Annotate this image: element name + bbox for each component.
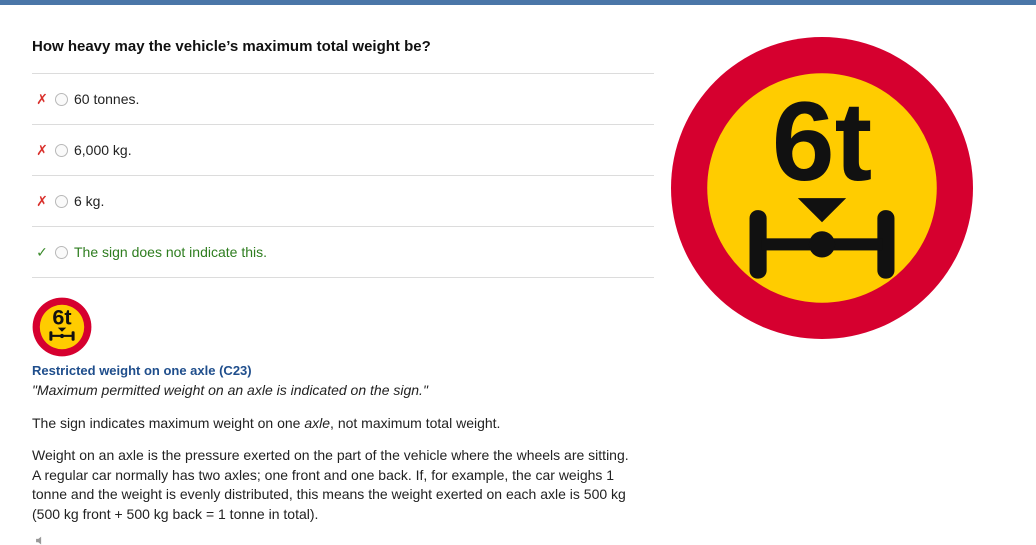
para1-text-end: , not maximum total weight. <box>330 415 501 431</box>
answer-option-4[interactable]: ✓ The sign does not indicate this. <box>32 227 654 278</box>
small-axle-weight-sign: 6t <box>32 297 92 357</box>
answer-option-3[interactable]: ✗ 6 kg. <box>32 176 654 227</box>
radio-button[interactable] <box>55 92 68 106</box>
x-mark-icon: ✗ <box>36 141 48 158</box>
explanation-paragraph-1: The sign indicates maximum weight on one… <box>32 415 632 431</box>
speaker-shape <box>36 536 42 545</box>
speaker-icon[interactable] <box>32 536 48 545</box>
answer-label: 60 tonnes. <box>74 91 140 107</box>
sign-quote: "Maximum permitted weight on an axle is … <box>32 382 428 398</box>
answer-list: ✗ 60 tonnes. ✗ 6,000 kg. ✗ 6 kg. ✓ The s… <box>32 73 654 278</box>
para1-text-start: The sign indicates maximum weight on one <box>32 415 305 431</box>
check-mark-icon: ✓ <box>36 243 48 260</box>
x-mark-icon: ✗ <box>36 90 48 107</box>
explanation-paragraph-2: Weight on an axle is the pressure exerte… <box>32 447 629 522</box>
x-mark-icon: ✗ <box>36 192 48 209</box>
radio-button[interactable] <box>55 143 68 157</box>
question-text: How heavy may the vehicle’s maximum tota… <box>32 38 431 55</box>
large-axle-weight-sign: 6t <box>671 37 973 339</box>
sign-hub <box>808 231 836 258</box>
sign-title: Restricted weight on one axle (C23) <box>32 363 252 378</box>
para1-emphasis: axle <box>304 415 331 431</box>
sign-hub <box>59 333 65 339</box>
answer-option-1[interactable]: ✗ 60 tonnes. <box>32 74 654 125</box>
answer-label: The sign does not indicate this. <box>74 244 268 260</box>
answer-label: 6,000 kg. <box>74 142 132 158</box>
sign-label: 6t <box>772 78 872 204</box>
answer-option-2[interactable]: ✗ 6,000 kg. <box>32 125 654 176</box>
radio-button[interactable] <box>55 194 68 208</box>
sign-label: 6t <box>52 305 71 330</box>
top-bar <box>0 0 1036 5</box>
answer-label: 6 kg. <box>74 193 105 209</box>
radio-button[interactable] <box>55 245 68 259</box>
